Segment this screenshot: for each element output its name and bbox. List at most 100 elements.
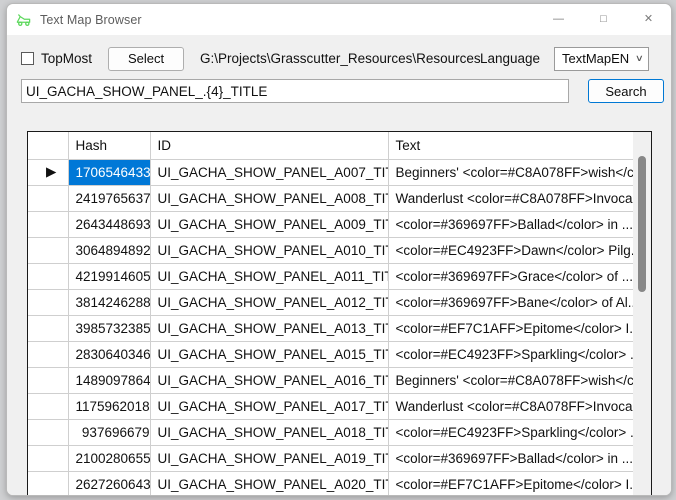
cell-id[interactable]: UI_GACHA_SHOW_PANEL_A007_TITLE [150,159,388,185]
vertical-scrollbar-thumb[interactable] [638,156,646,292]
cell-id[interactable]: UI_GACHA_SHOW_PANEL_A011_TITLE [150,263,388,289]
row-selector-cell[interactable] [28,471,68,496]
client-area: TopMost Select G:\Projects\Grasscutter_R… [7,35,671,495]
row-selector-cell[interactable] [28,341,68,367]
row-selector-cell[interactable] [28,263,68,289]
select-folder-button[interactable]: Select [108,47,184,71]
row-selector-cell[interactable] [28,367,68,393]
table-row[interactable]: 2100280655UI_GACHA_SHOW_PANEL_A019_TITLE… [28,445,633,471]
results-table: Hash ID Text ▶1706546433UI_GACHA_SHOW_PA… [28,132,633,496]
toolbar: TopMost Select G:\Projects\Grasscutter_R… [7,45,671,72]
cell-hash[interactable]: 3985732385 [68,315,150,341]
language-selected-value: TextMapEN [562,51,629,66]
cell-hash[interactable]: 2627260643 [68,471,150,496]
table-row[interactable]: 937696679UI_GACHA_SHOW_PANEL_A018_TITLE<… [28,419,633,445]
cell-text[interactable]: <color=#EF7C1AFF>Epitome</color> I... [388,471,633,496]
cell-text[interactable]: Beginners' <color=#C8A078FF>wish</c... [388,367,633,393]
caption-button-group: — □ ✕ [536,4,671,35]
grid-scroll-area: Hash ID Text ▶1706546433UI_GACHA_SHOW_PA… [28,132,633,496]
cell-hash[interactable]: 3064894892 [68,237,150,263]
cell-text[interactable]: Wanderlust <color=#C8A078FF>Invoca... [388,393,633,419]
cell-hash[interactable]: 937696679 [68,419,150,445]
table-row[interactable]: 2419765637UI_GACHA_SHOW_PANEL_A008_TITLE… [28,185,633,211]
table-row[interactable]: 2627260643UI_GACHA_SHOW_PANEL_A020_TITLE… [28,471,633,496]
close-button[interactable]: ✕ [626,4,671,35]
row-selector-cell[interactable] [28,237,68,263]
title-bar[interactable]: Text Map Browser — □ ✕ [7,4,671,35]
cell-hash[interactable]: 4219914605 [68,263,150,289]
vertical-scrollbar[interactable] [633,132,651,496]
topmost-label: TopMost [41,51,92,66]
cell-id[interactable]: UI_GACHA_SHOW_PANEL_A010_TITLE [150,237,388,263]
cell-id[interactable]: UI_GACHA_SHOW_PANEL_A018_TITLE [150,419,388,445]
table-row[interactable]: 2830640346UI_GACHA_SHOW_PANEL_A015_TITLE… [28,341,633,367]
cell-hash[interactable]: 2830640346 [68,341,150,367]
cell-text[interactable]: Beginners' <color=#C8A078FF>wish</c... [388,159,633,185]
cell-id[interactable]: UI_GACHA_SHOW_PANEL_A015_TITLE [150,341,388,367]
cell-id[interactable]: UI_GACHA_SHOW_PANEL_A019_TITLE [150,445,388,471]
table-row[interactable]: 3985732385UI_GACHA_SHOW_PANEL_A013_TITLE… [28,315,633,341]
table-row[interactable]: 4219914605UI_GACHA_SHOW_PANEL_A011_TITLE… [28,263,633,289]
cell-id[interactable]: UI_GACHA_SHOW_PANEL_A017_TITLE [150,393,388,419]
current-row-indicator-icon: ▶ [46,164,56,179]
column-header-select[interactable] [28,132,68,159]
cell-text[interactable]: <color=#369697FF>Ballad</color> in ... [388,445,633,471]
cell-hash[interactable]: 2643448693 [68,211,150,237]
row-selector-cell[interactable] [28,393,68,419]
table-row[interactable]: 1489097864UI_GACHA_SHOW_PANEL_A016_TITLE… [28,367,633,393]
cell-id[interactable]: UI_GACHA_SHOW_PANEL_A016_TITLE [150,367,388,393]
row-selector-cell[interactable] [28,445,68,471]
table-body: ▶ 1706546433UI_GACHA_SHOW_PANEL_A007_TITL… [28,159,633,496]
topmost-checkbox-box[interactable] [21,52,34,65]
language-select[interactable]: TextMapEN ∨ [554,47,649,71]
language-label: Language [480,51,540,66]
chevron-down-icon: ∨ [635,54,644,63]
results-grid: Hash ID Text ▶1706546433UI_GACHA_SHOW_PA… [27,131,652,496]
table-row[interactable]: ▶ 1706546433UI_GACHA_SHOW_PANEL_A007_TITL… [28,159,633,185]
search-button[interactable]: Search [588,79,664,103]
cell-text[interactable]: <color=#EC4923FF>Dawn</color> Pilg... [388,237,633,263]
row-selector-cell[interactable]: ▶ [28,159,68,185]
table-row[interactable]: 3064894892UI_GACHA_SHOW_PANEL_A010_TITLE… [28,237,633,263]
cell-hash[interactable]: 3814246288 [68,289,150,315]
search-input[interactable] [21,79,569,103]
close-icon: ✕ [644,14,653,25]
minimize-button[interactable]: — [536,4,581,35]
table-row[interactable]: 2643448693UI_GACHA_SHOW_PANEL_A009_TITLE… [28,211,633,237]
cell-id[interactable]: UI_GACHA_SHOW_PANEL_A020_TITLE [150,471,388,496]
screen: Text Map Browser — □ ✕ TopMost [0,0,676,500]
column-header-id[interactable]: ID [150,132,388,159]
cell-id[interactable]: UI_GACHA_SHOW_PANEL_A008_TITLE [150,185,388,211]
table-header-row: Hash ID Text [28,132,633,159]
cell-id[interactable]: UI_GACHA_SHOW_PANEL_A009_TITLE [150,211,388,237]
row-selector-cell[interactable] [28,419,68,445]
row-selector-cell[interactable] [28,315,68,341]
maximize-button[interactable]: □ [581,4,626,35]
search-row: Search [7,79,671,105]
table-row[interactable]: 1175962018UI_GACHA_SHOW_PANEL_A017_TITLE… [28,393,633,419]
cell-text[interactable]: <color=#EF7C1AFF>Epitome</color> I... [388,315,633,341]
row-selector-cell[interactable] [28,289,68,315]
cell-text[interactable]: <color=#EC4923FF>Sparkling</color> ... [388,341,633,367]
window-title: Text Map Browser [40,13,142,27]
row-selector-cell[interactable] [28,185,68,211]
cell-id[interactable]: UI_GACHA_SHOW_PANEL_A012_TITLE [150,289,388,315]
cell-text[interactable]: <color=#369697FF>Bane</color> of Al... [388,289,633,315]
cell-text[interactable]: Wanderlust <color=#C8A078FF>Invoca... [388,185,633,211]
cell-hash[interactable]: 1175962018 [68,393,150,419]
column-header-text[interactable]: Text [388,132,633,159]
cell-id[interactable]: UI_GACHA_SHOW_PANEL_A013_TITLE [150,315,388,341]
cell-hash[interactable]: 2100280655 [68,445,150,471]
row-selector-cell[interactable] [28,211,68,237]
cell-hash[interactable]: 2419765637 [68,185,150,211]
column-header-hash[interactable]: Hash [68,132,150,159]
maximize-icon: □ [600,14,607,25]
table-row[interactable]: 3814246288UI_GACHA_SHOW_PANEL_A012_TITLE… [28,289,633,315]
cell-hash[interactable]: 1706546433 [68,159,150,185]
cell-hash[interactable]: 1489097864 [68,367,150,393]
topmost-checkbox[interactable]: TopMost [21,51,92,66]
cell-text[interactable]: <color=#369697FF>Ballad</color> in ... [388,211,633,237]
cell-text[interactable]: <color=#EC4923FF>Sparkling</color> ... [388,419,633,445]
cell-text[interactable]: <color=#369697FF>Grace</color> of ... [388,263,633,289]
resources-path-text: G:\Projects\Grasscutter_Resources\Resour… [200,51,481,66]
